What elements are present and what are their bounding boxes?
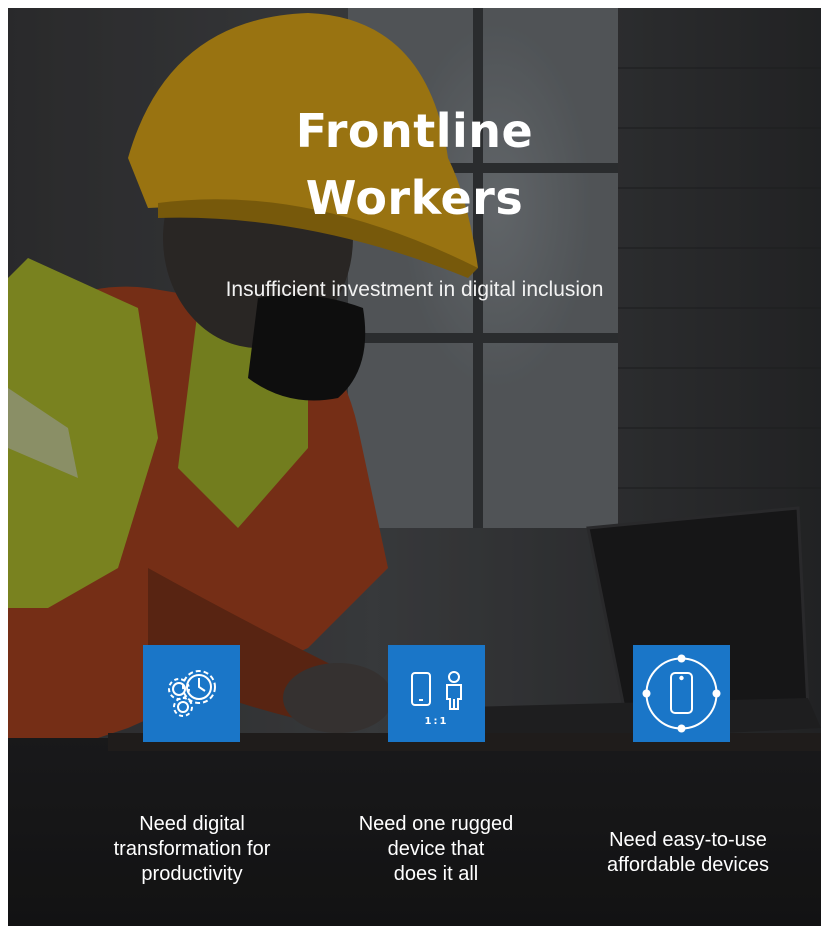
title-line-2: Workers (305, 171, 524, 225)
caption-line: productivity (141, 863, 243, 885)
caption-line: Need digital (139, 813, 245, 835)
subtitle: Insufficient investment in digital inclu… (225, 278, 604, 301)
caption-line: affordable devices (607, 854, 769, 876)
feature-1-caption: Need digital transformation for producti… (92, 812, 292, 887)
phone-orbit-icon (642, 654, 721, 733)
feature-3-tile (633, 645, 730, 742)
feature-2-caption: Need one rugged device that does it all (336, 812, 536, 887)
feature-2-tile: 1:1 (388, 645, 485, 742)
caption-line: Need easy-to-use (609, 829, 767, 851)
feature-1-tile (143, 645, 240, 742)
caption-line: transformation for (113, 838, 271, 860)
caption-line: Need one rugged (358, 813, 514, 835)
phone-person-icon (411, 671, 462, 710)
gears-clock-icon (168, 670, 216, 717)
caption-line: device that (387, 838, 485, 860)
slide: Frontline Workers Insufficient investmen… (8, 8, 821, 926)
title-line-1: Frontline (295, 104, 534, 158)
feature-3-caption: Need easy-to-use affordable devices (588, 828, 788, 878)
ratio-label: 1:1 (424, 716, 449, 727)
caption-line: does it all (393, 863, 479, 885)
